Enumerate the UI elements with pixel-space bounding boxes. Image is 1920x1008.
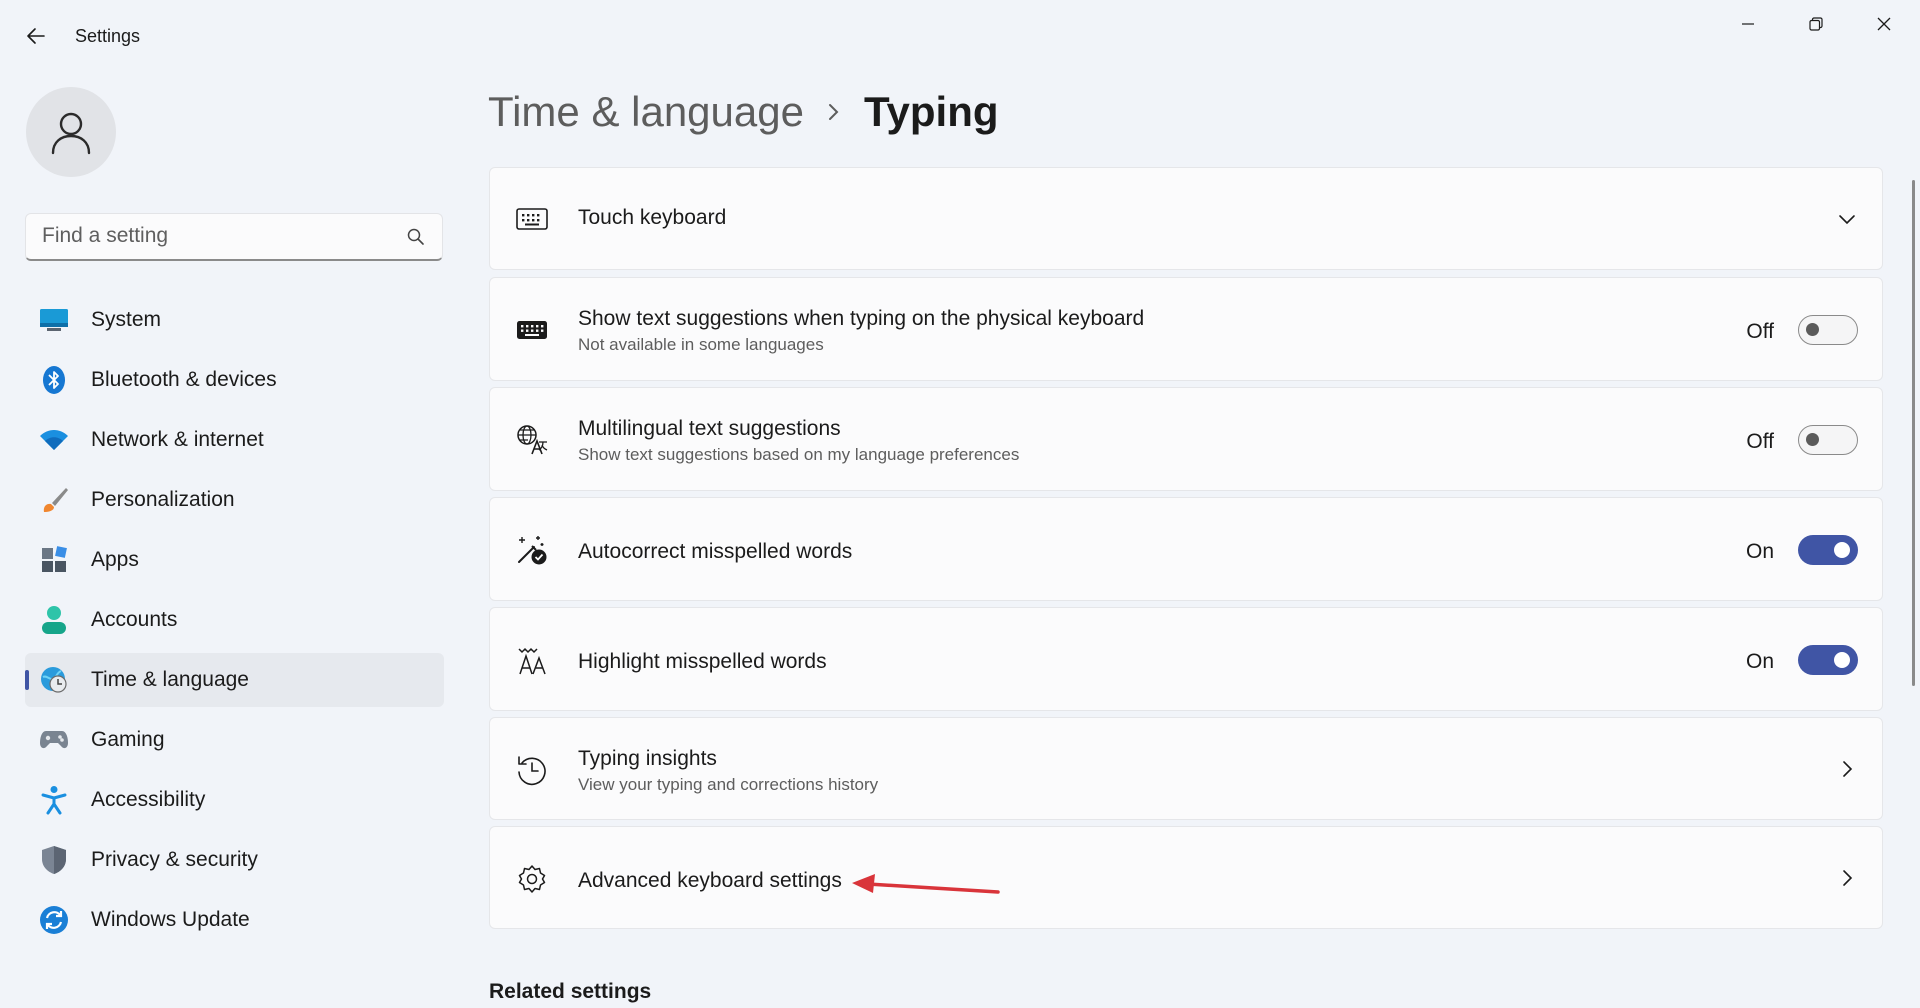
setting-subtitle: Not available in some languages — [578, 335, 824, 354]
restore-icon — [1809, 17, 1823, 31]
keyboard-icon — [516, 314, 548, 346]
sidebar-item-apps[interactable]: Apps — [25, 533, 444, 587]
setting-subtitle: View your typing and corrections history — [578, 775, 879, 794]
minimize-icon — [1742, 23, 1754, 25]
sidebar-item-network[interactable]: Network & internet — [25, 413, 444, 467]
sidebar-item-accessibility[interactable]: Accessibility — [25, 773, 444, 827]
close-button[interactable] — [1850, 0, 1918, 48]
accounts-icon — [39, 606, 69, 634]
maximize-button[interactable] — [1782, 0, 1850, 48]
sidebar-item-time-language[interactable]: Time & language — [25, 653, 444, 707]
sidebar-item-system[interactable]: System — [25, 293, 444, 347]
setting-touch-keyboard[interactable]: Touch keyboard — [489, 167, 1883, 270]
avatar[interactable] — [26, 87, 116, 177]
sidebar-item-windows-update[interactable]: Windows Update — [25, 893, 444, 947]
highlight-spelling-icon — [516, 644, 548, 676]
setting-title: Show text suggestions when typing on the… — [578, 307, 1145, 330]
gamepad-icon — [39, 726, 69, 754]
breadcrumb: Time & language Typing — [488, 84, 999, 140]
back-button[interactable] — [16, 16, 56, 56]
chevron-right-icon — [1843, 870, 1853, 886]
multilingual-toggle[interactable] — [1798, 425, 1858, 455]
close-icon — [1877, 17, 1891, 31]
chevron-down-icon[interactable] — [1838, 210, 1856, 228]
sidebar-item-privacy-security[interactable]: Privacy & security — [25, 833, 444, 887]
update-icon — [39, 906, 69, 934]
toggle-state-label: On — [1745, 650, 1774, 673]
system-icon — [39, 306, 69, 334]
autocorrect-toggle[interactable] — [1798, 535, 1858, 565]
setting-subtitle: Show text suggestions based on my langua… — [578, 445, 1020, 464]
highlight-misspelled-toggle[interactable] — [1798, 645, 1858, 675]
app-title: Settings — [75, 26, 141, 46]
sidebar-item-bluetooth[interactable]: Bluetooth & devices — [25, 353, 444, 407]
sidebar-item-gaming[interactable]: Gaming — [25, 713, 444, 767]
history-icon — [516, 754, 548, 786]
setting-title: Typing insights — [578, 747, 717, 770]
search-input[interactable] — [26, 214, 396, 258]
chevron-right-icon — [826, 101, 842, 123]
toggle-state-label: Off — [1746, 320, 1774, 343]
setting-title: Autocorrect misspelled words — [578, 540, 853, 563]
chevron-right-icon — [1843, 761, 1853, 777]
sidebar-nav: System Bluetooth & devices Network & int… — [25, 293, 444, 953]
setting-autocorrect: Autocorrect misspelled words On — [489, 497, 1883, 601]
back-arrow-icon — [27, 28, 45, 44]
text-suggestions-toggle[interactable] — [1798, 315, 1858, 345]
breadcrumb-parent[interactable]: Time & language — [488, 88, 804, 136]
related-settings-heading: Related settings — [489, 980, 652, 1003]
setting-multilingual-suggestions: Multilingual text suggestions Show text … — [489, 387, 1883, 491]
sidebar-item-accounts[interactable]: Accounts — [25, 593, 444, 647]
user-icon — [51, 112, 91, 155]
time-language-icon — [39, 666, 69, 694]
apps-icon — [39, 546, 69, 574]
wifi-icon — [39, 426, 69, 454]
bluetooth-icon — [39, 366, 69, 394]
setting-typing-insights[interactable]: Typing insights View your typing and cor… — [489, 717, 1883, 820]
minimize-button[interactable] — [1714, 0, 1782, 48]
search-icon[interactable] — [406, 227, 426, 247]
setting-title: Touch keyboard — [578, 206, 727, 229]
autocorrect-icon — [516, 534, 548, 566]
toggle-state-label: On — [1745, 540, 1774, 563]
setting-advanced-keyboard[interactable]: Advanced keyboard settings — [489, 826, 1883, 929]
setting-title: Highlight misspelled words — [578, 650, 827, 673]
brush-icon — [39, 486, 69, 514]
setting-title: Multilingual text suggestions — [578, 417, 841, 440]
accessibility-icon — [39, 786, 69, 815]
setting-highlight-misspelled: Highlight misspelled words On — [489, 607, 1883, 711]
title-bar: Settings — [0, 0, 1920, 72]
sidebar-item-personalization[interactable]: Personalization — [25, 473, 444, 527]
search-box[interactable] — [25, 213, 443, 261]
touch-keyboard-icon — [516, 203, 548, 235]
setting-text-suggestions: Show text suggestions when typing on the… — [489, 277, 1883, 381]
setting-title: Advanced keyboard settings — [578, 869, 842, 892]
page-title: Typing — [863, 88, 999, 135]
gear-icon — [516, 863, 548, 895]
shield-icon — [39, 846, 69, 874]
language-icon — [516, 424, 548, 456]
scrollbar[interactable] — [1912, 180, 1915, 686]
toggle-state-label: Off — [1746, 430, 1774, 453]
